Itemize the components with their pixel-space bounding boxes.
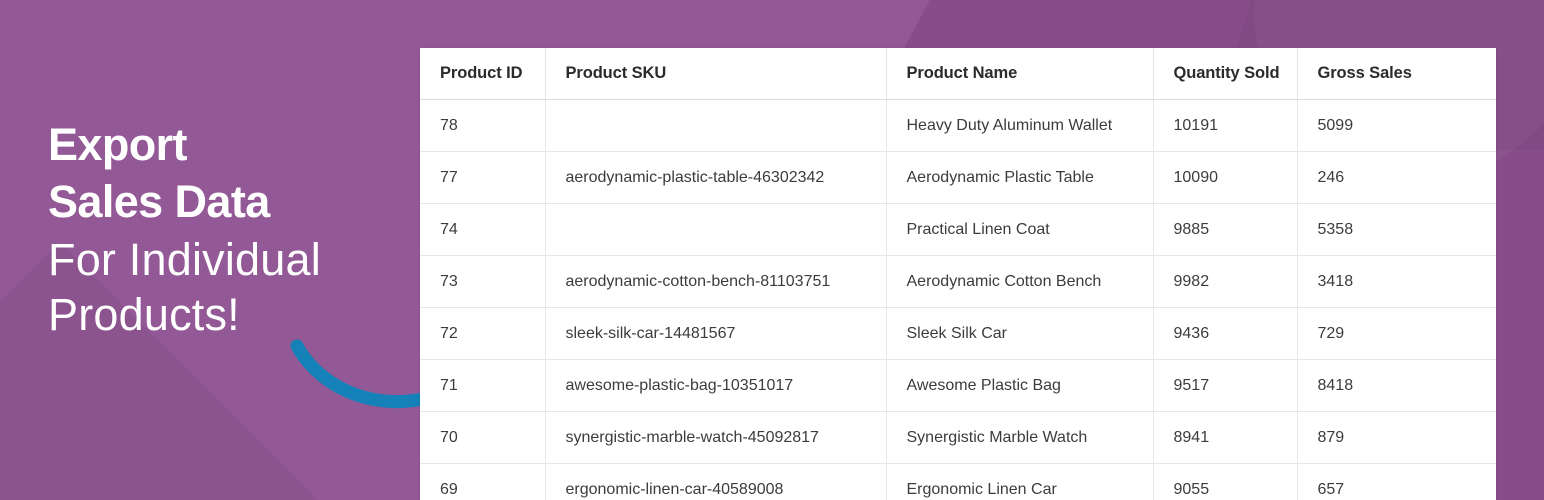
column-header-gross-sales[interactable]: Gross Sales bbox=[1297, 48, 1496, 100]
cell-product-name: Aerodynamic Plastic Table bbox=[886, 151, 1154, 204]
cell-quantity-sold: 10191 bbox=[1153, 99, 1298, 152]
cell-product-name: Awesome Plastic Bag bbox=[886, 359, 1154, 412]
cell-product-sku: sleek-silk-car-14481567 bbox=[545, 307, 887, 360]
cell-quantity-sold: 8941 bbox=[1153, 411, 1298, 464]
cell-product-id: 73 bbox=[420, 255, 546, 308]
sales-data-table: Product ID Product SKU Product Name Quan… bbox=[420, 48, 1496, 500]
cell-product-name: Sleek Silk Car bbox=[886, 307, 1154, 360]
headline-line-2: Sales Data bbox=[48, 176, 270, 227]
cell-gross-sales: 657 bbox=[1297, 463, 1496, 500]
table-body: 78 Heavy Duty Aluminum Wallet 10191 5099… bbox=[420, 99, 1496, 500]
cell-product-sku: awesome-plastic-bag-10351017 bbox=[545, 359, 887, 412]
cell-product-id: 74 bbox=[420, 203, 546, 256]
column-header-product-name[interactable]: Product Name bbox=[886, 48, 1154, 100]
headline-line-1: Export bbox=[48, 119, 188, 170]
cell-product-id: 77 bbox=[420, 151, 546, 204]
cell-quantity-sold: 9982 bbox=[1153, 255, 1298, 308]
cell-gross-sales: 879 bbox=[1297, 411, 1496, 464]
column-header-product-sku[interactable]: Product SKU bbox=[545, 48, 887, 100]
cell-product-name: Aerodynamic Cotton Bench bbox=[886, 255, 1154, 308]
table-row[interactable]: 69 ergonomic-linen-car-40589008 Ergonomi… bbox=[420, 463, 1496, 500]
table-header-row: Product ID Product SKU Product Name Quan… bbox=[420, 48, 1496, 100]
table-row[interactable]: 73 aerodynamic-cotton-bench-81103751 Aer… bbox=[420, 255, 1496, 308]
cell-quantity-sold: 9517 bbox=[1153, 359, 1298, 412]
cell-product-sku: ergonomic-linen-car-40589008 bbox=[545, 463, 887, 500]
cell-product-name: Ergonomic Linen Car bbox=[886, 463, 1154, 500]
cell-product-name: Heavy Duty Aluminum Wallet bbox=[886, 99, 1154, 152]
cell-product-id: 72 bbox=[420, 307, 546, 360]
column-header-quantity-sold[interactable]: Quantity Sold bbox=[1153, 48, 1298, 100]
page-title: Export Sales Data For Individual Product… bbox=[48, 122, 321, 347]
table-header: Product ID Product SKU Product Name Quan… bbox=[420, 48, 1496, 100]
cell-gross-sales: 3418 bbox=[1297, 255, 1496, 308]
headline-line-3: For Individual bbox=[48, 234, 321, 285]
table-row[interactable]: 70 synergistic-marble-watch-45092817 Syn… bbox=[420, 411, 1496, 464]
headline-line-4: Products! bbox=[48, 289, 240, 340]
cell-quantity-sold: 9055 bbox=[1153, 463, 1298, 500]
table: Product ID Product SKU Product Name Quan… bbox=[420, 48, 1496, 500]
cell-product-id: 78 bbox=[420, 99, 546, 152]
table-row[interactable]: 74 Practical Linen Coat 9885 5358 bbox=[420, 203, 1496, 256]
cell-gross-sales: 5099 bbox=[1297, 99, 1496, 152]
cell-gross-sales: 5358 bbox=[1297, 203, 1496, 256]
cell-quantity-sold: 9885 bbox=[1153, 203, 1298, 256]
cell-product-sku: aerodynamic-plastic-table-46302342 bbox=[545, 151, 887, 204]
table-row[interactable]: 72 sleek-silk-car-14481567 Sleek Silk Ca… bbox=[420, 307, 1496, 360]
cell-gross-sales: 729 bbox=[1297, 307, 1496, 360]
cell-gross-sales: 246 bbox=[1297, 151, 1496, 204]
cell-product-id: 70 bbox=[420, 411, 546, 464]
cell-product-id: 69 bbox=[420, 463, 546, 500]
cell-product-name: Synergistic Marble Watch bbox=[886, 411, 1154, 464]
cell-product-name: Practical Linen Coat bbox=[886, 203, 1154, 256]
cell-product-sku bbox=[545, 99, 887, 152]
cell-product-sku: synergistic-marble-watch-45092817 bbox=[545, 411, 887, 464]
cell-quantity-sold: 10090 bbox=[1153, 151, 1298, 204]
table-row[interactable]: 77 aerodynamic-plastic-table-46302342 Ae… bbox=[420, 151, 1496, 204]
table-row[interactable]: 71 awesome-plastic-bag-10351017 Awesome … bbox=[420, 359, 1496, 412]
cell-product-sku: aerodynamic-cotton-bench-81103751 bbox=[545, 255, 887, 308]
promo-banner: Export Sales Data For Individual Product… bbox=[0, 0, 1544, 500]
table-row[interactable]: 78 Heavy Duty Aluminum Wallet 10191 5099 bbox=[420, 99, 1496, 152]
cell-quantity-sold: 9436 bbox=[1153, 307, 1298, 360]
column-header-product-id[interactable]: Product ID bbox=[420, 48, 546, 100]
cell-product-id: 71 bbox=[420, 359, 546, 412]
cell-gross-sales: 8418 bbox=[1297, 359, 1496, 412]
cell-product-sku bbox=[545, 203, 887, 256]
